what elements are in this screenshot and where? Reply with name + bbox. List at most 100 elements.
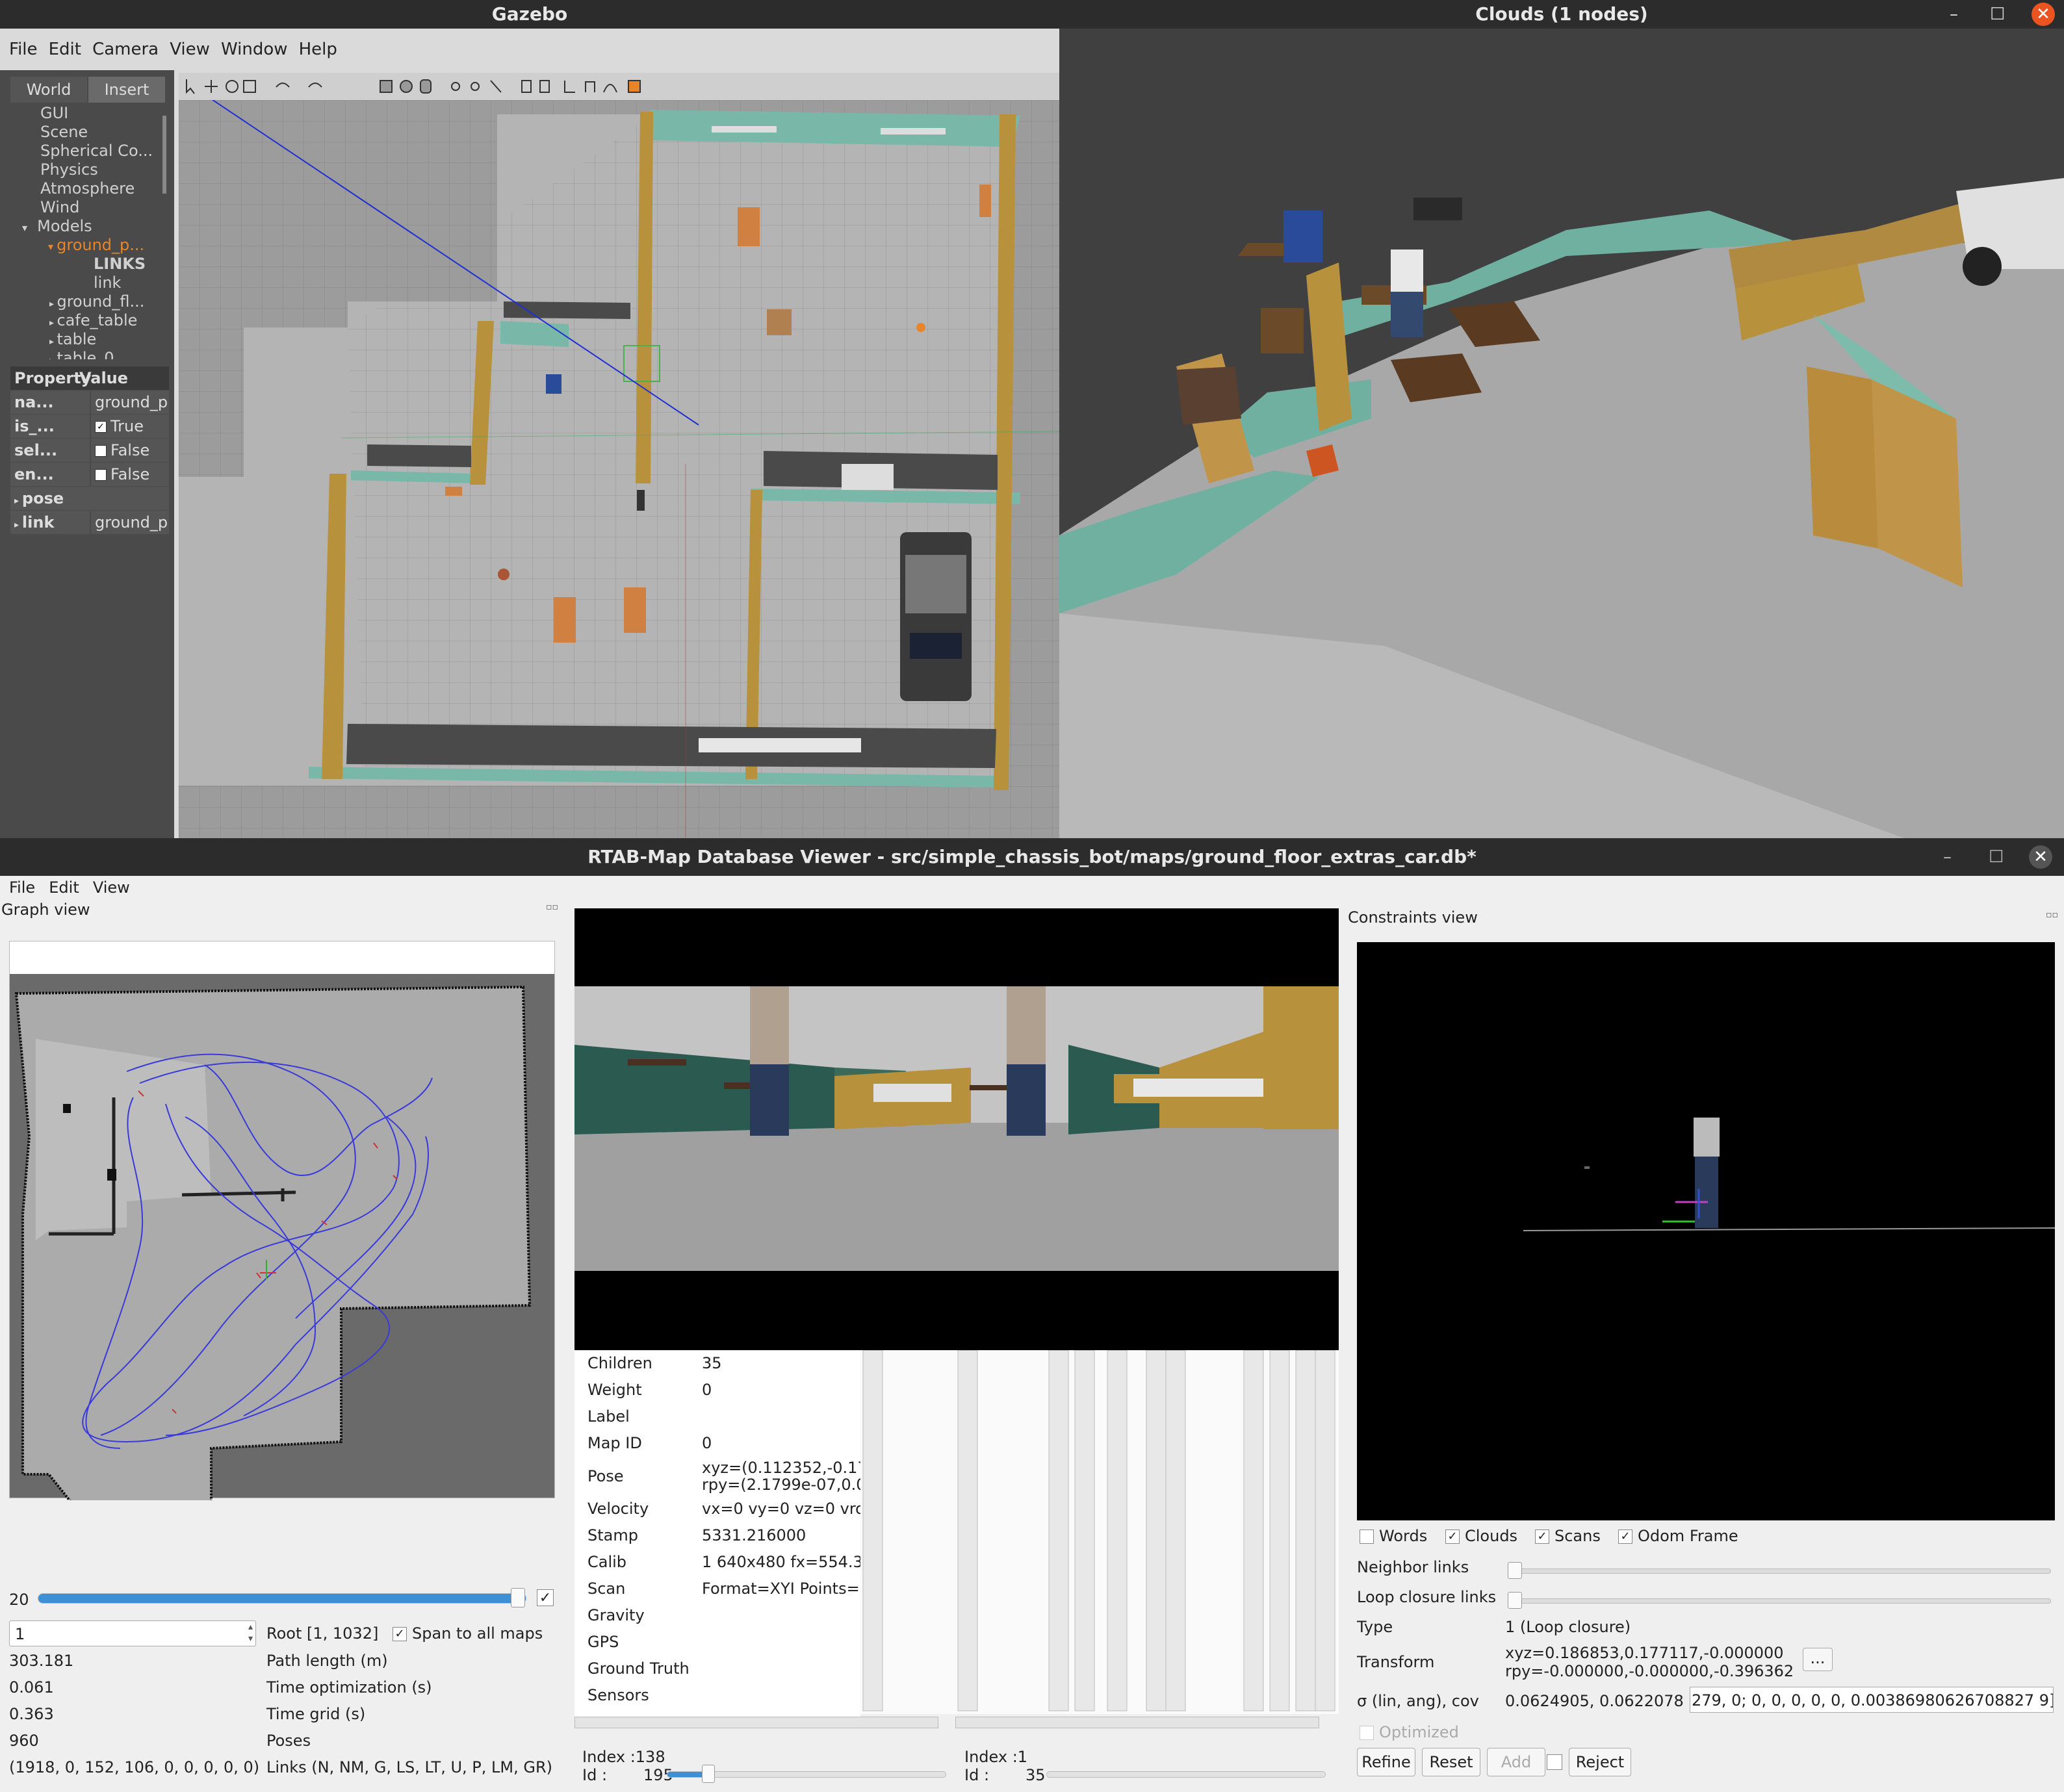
undo-icon <box>276 83 290 88</box>
clouds-window: Clouds (1 nodes) – ☐ ✕ <box>1059 0 2064 838</box>
menu-edit[interactable]: Edit <box>45 29 85 70</box>
property-row-pose[interactable]: ▸ pose <box>10 487 169 510</box>
tree-item-models[interactable]: ▾ Models <box>13 217 169 236</box>
menu-file[interactable]: File <box>4 876 40 899</box>
reject-button[interactable]: Reject <box>1569 1748 1631 1776</box>
clouds-checkbox[interactable]: ✓ Clouds <box>1445 1527 1517 1545</box>
info-row: Velocity vx=0 vy=0 vz=0 vro <box>587 1500 860 1518</box>
expand-arrow-icon: ▸ <box>49 337 57 347</box>
property-row-name[interactable]: na... ground_p <box>10 390 169 414</box>
graph-slider-handle[interactable] <box>511 1588 525 1607</box>
self-collide-checkbox[interactable] <box>95 445 107 457</box>
property-row-link[interactable]: ▸ link ground_p <box>10 511 169 534</box>
minimize-button[interactable]: – <box>1943 843 1952 871</box>
dock-float-icon[interactable]: ▫▫ <box>2046 910 2058 920</box>
refine-button[interactable]: Refine <box>1357 1748 1415 1776</box>
menu-help[interactable]: Help <box>295 29 341 70</box>
world-tree: GUI Scene Spherical Co... Physics Atmosp… <box>13 104 169 359</box>
minimize-button[interactable]: – <box>1950 0 1958 29</box>
menu-file[interactable]: File <box>5 29 42 70</box>
menu-camera[interactable]: Camera <box>88 29 162 70</box>
tree-scrollbar[interactable] <box>162 116 166 194</box>
graph-slider-checkbox[interactable]: ✓ <box>537 1589 554 1606</box>
maximize-button[interactable]: ☐ <box>1989 843 2004 871</box>
expand-arrow-icon: ▾ <box>22 222 31 234</box>
tree-item-links[interactable]: LINKS <box>13 255 169 274</box>
neighbor-links-slider[interactable] <box>1508 1568 2051 1574</box>
transform-more-button[interactable]: ... <box>1803 1648 1833 1671</box>
index-b-slider[interactable] <box>1046 1771 1326 1778</box>
expand-arrow-icon: ▸ <box>49 318 57 328</box>
loop-closure-links-slider[interactable] <box>1508 1598 2051 1604</box>
cloud-3d-view[interactable] <box>1059 29 2064 838</box>
menu-view[interactable]: View <box>88 876 135 899</box>
graph-slider[interactable] <box>38 1593 526 1604</box>
span-all-maps-checkbox[interactable]: ✓ Span to all maps <box>393 1624 543 1643</box>
tree-item-spherical[interactable]: Spherical Co... <box>13 142 169 160</box>
gazebo-left-panel: World Insert GUI Scene Spherical Co... P… <box>0 70 174 838</box>
menu-edit[interactable]: Edit <box>44 876 84 899</box>
menu-view[interactable]: View <box>166 29 214 70</box>
spin-arrows-icon[interactable]: ▴ ▾ <box>248 1621 253 1645</box>
static-checkbox[interactable]: ✓ <box>95 421 107 433</box>
tree-item-ground-plane[interactable]: ▾ ground_p... <box>13 236 169 255</box>
enable-wind-checkbox[interactable] <box>95 469 107 481</box>
tree-item-atmosphere[interactable]: Atmosphere <box>13 179 169 198</box>
graph-view[interactable] <box>9 941 555 1508</box>
covariance-field[interactable]: 279, 0; 0, 0, 0, 0, 0, 0.003869806267088… <box>1690 1687 2054 1713</box>
scans-checkbox[interactable]: ✓ Scans <box>1535 1527 1601 1545</box>
tab-insert[interactable]: Insert <box>88 77 165 103</box>
tree-item-wind[interactable]: Wind <box>13 198 169 217</box>
check-icon: ✓ <box>1445 1530 1460 1544</box>
transform-xyz: xyz=0.186853,0.177117,-0.000000 <box>1505 1644 1784 1662</box>
type-value: 1 (Loop closure) <box>1505 1618 1631 1636</box>
index-a-slider-handle[interactable] <box>702 1765 715 1783</box>
tree-item-gui[interactable]: GUI <box>13 104 169 123</box>
reject-checkbox[interactable] <box>1547 1754 1562 1770</box>
snap-icon <box>585 81 595 92</box>
menu-window[interactable]: Window <box>217 29 292 70</box>
loop-closure-links-handle[interactable] <box>1508 1592 1522 1609</box>
tree-item-physics[interactable]: Physics <box>13 160 169 179</box>
neighbor-links-handle[interactable] <box>1508 1562 1522 1579</box>
close-button[interactable]: ✕ <box>2029 845 2052 869</box>
info-hscrollbar-secondary[interactable] <box>955 1717 1319 1728</box>
info-row: Sensors <box>587 1686 649 1704</box>
stat-label: Time grid (s) <box>266 1705 366 1723</box>
paste-icon <box>539 80 550 93</box>
stat-label: Path length (m) <box>266 1652 388 1670</box>
optimized-checkbox[interactable]: Optimized <box>1360 1723 1459 1741</box>
reset-button[interactable]: Reset <box>1422 1748 1480 1776</box>
tree-item-cafe-table[interactable]: ▸ cafe_table <box>13 311 169 330</box>
odom-frame-checkbox[interactable]: ✓ Odom Frame <box>1618 1527 1738 1545</box>
property-row-static[interactable]: is_... ✓ True <box>10 415 169 438</box>
cylinder-icon <box>420 79 432 94</box>
info-row: Label <box>587 1407 630 1426</box>
words-checkbox[interactable]: Words <box>1360 1527 1427 1545</box>
camera-image-view[interactable] <box>574 908 1339 1350</box>
graph-slider-fill <box>38 1594 526 1603</box>
property-row-self-collide[interactable]: sel... False <box>10 439 169 462</box>
gazebo-3d-scene[interactable] <box>179 100 1059 838</box>
type-label: Type <box>1357 1618 1393 1636</box>
dock-float-icon[interactable]: ▫▫ <box>546 902 558 912</box>
add-button[interactable]: Add <box>1487 1748 1545 1776</box>
maximize-button[interactable]: ☐ <box>1990 0 2005 29</box>
node-info-table: Children 35 Weight 0 Label Map ID 0 Pose xyz… <box>574 1350 860 1727</box>
graph-slider-value: 20 <box>9 1591 29 1609</box>
tree-item-scene[interactable]: Scene <box>13 123 169 142</box>
tree-item-table-0[interactable]: ▸ table_0 <box>13 349 169 359</box>
stat-value: 960 <box>9 1732 39 1750</box>
tree-item-link[interactable]: link <box>13 274 169 292</box>
check-icon: ✓ <box>393 1627 407 1641</box>
root-spinbox[interactable]: 1 ▴ ▾ <box>9 1620 256 1646</box>
info-row: Map ID 0 <box>587 1434 712 1452</box>
close-button[interactable]: ✕ <box>2032 3 2055 26</box>
info-hscrollbar[interactable] <box>574 1717 938 1728</box>
tab-world[interactable]: World <box>10 77 87 103</box>
property-row-enable-wind[interactable]: en... False <box>10 463 169 486</box>
tree-item-ground-floor[interactable]: ▸ ground_fl... <box>13 292 169 311</box>
root-label: Root [1, 1032] <box>266 1624 379 1643</box>
tree-item-table[interactable]: ▸ table <box>13 330 169 349</box>
constraints-3d-view[interactable] <box>1357 942 2055 1520</box>
